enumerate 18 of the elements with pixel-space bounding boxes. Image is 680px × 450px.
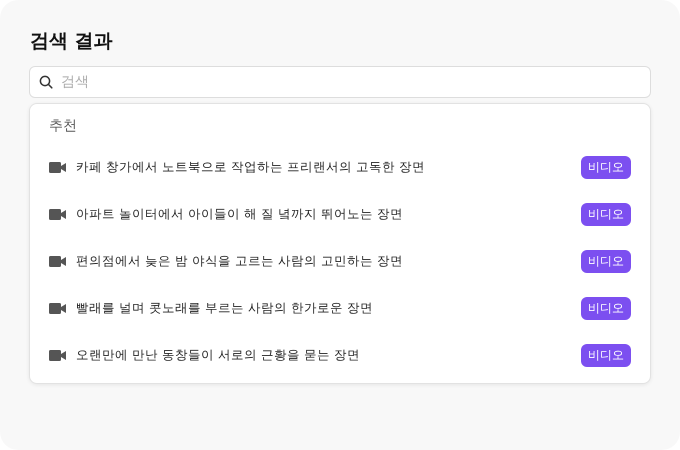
video-badge: 비디오 (581, 297, 631, 320)
video-badge: 비디오 (581, 203, 631, 226)
video-badge: 비디오 (581, 156, 631, 179)
page-title: 검색 결과 (30, 30, 114, 52)
video-camera-icon (49, 162, 66, 173)
video-camera-icon (49, 256, 66, 267)
video-badge: 비디오 (581, 250, 631, 273)
suggestion-item[interactable]: 아파트 놀이터에서 아이들이 해 질 녘까지 뛰어노는 장면 비디오 (49, 191, 631, 238)
suggestion-item[interactable]: 오랜만에 만난 동창들이 서로의 근황을 묻는 장면 비디오 (49, 332, 631, 379)
section-label: 추천 (49, 117, 78, 136)
video-camera-icon (49, 303, 66, 314)
search-field[interactable]: 검색 (29, 66, 651, 98)
suggestion-item[interactable]: 카페 창가에서 노트북으로 작업하는 프리랜서의 고독한 장면 비디오 (49, 144, 631, 191)
video-badge: 비디오 (581, 344, 631, 367)
video-camera-icon (49, 350, 66, 361)
suggestion-item[interactable]: 빨래를 널며 콧노래를 부르는 사람의 한가로운 장면 비디오 (49, 285, 631, 332)
video-camera-icon (49, 209, 66, 220)
suggestion-item[interactable]: 편의점에서 늦은 밤 야식을 고르는 사람의 고민하는 장면 비디오 (49, 238, 631, 285)
